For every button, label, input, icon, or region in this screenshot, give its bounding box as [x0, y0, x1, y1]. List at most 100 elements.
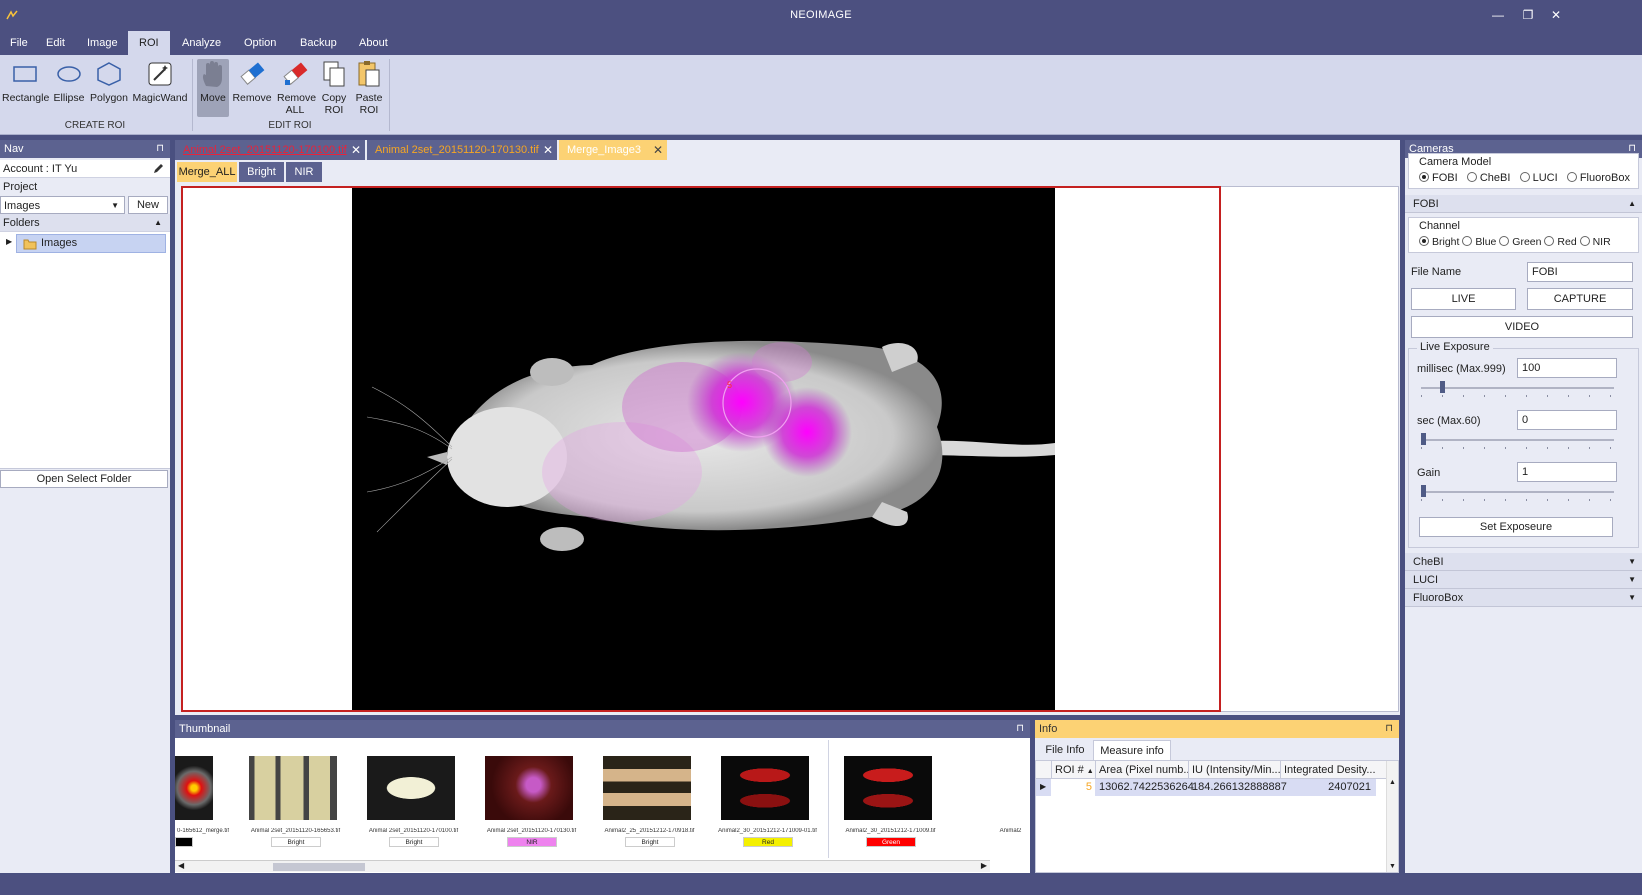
doc-tab-2[interactable]: Animal 2set_20151120-170130.tif ✕ [367, 140, 557, 160]
restore-button[interactable]: ❐ [1518, 6, 1538, 24]
new-project-button[interactable]: New [128, 196, 168, 214]
radio-dot [1462, 236, 1473, 246]
paste-roi-button[interactable]: Paste ROI [352, 59, 386, 116]
doc-tab-1[interactable]: Animal 2set_20151120-170100.tif ✕ [175, 140, 365, 160]
thumbnail-strip: 0-165612_merge.tif Animal 2set_20151120-1… [175, 720, 1030, 860]
close-tab-icon[interactable]: ✕ [351, 140, 361, 160]
magicwand-roi-button[interactable]: MagicWand [132, 59, 188, 104]
folder-item-images[interactable]: Images [16, 234, 166, 253]
subtab-nir[interactable]: NIR [286, 162, 322, 182]
collapse-icon[interactable]: ▲ [154, 214, 162, 232]
slider-knob[interactable] [1421, 485, 1426, 497]
set-exposure-button[interactable]: Set Exposeure [1419, 517, 1613, 537]
pin-icon[interactable]: ⊓ [1385, 720, 1393, 738]
radio-fobi[interactable]: FOBI [1419, 172, 1458, 184]
chebi-section-label: CheBI [1413, 556, 1444, 568]
fobi-section-header[interactable]: FOBI ▲ [1405, 195, 1642, 213]
scroll-up-icon[interactable]: ▲ [1389, 779, 1396, 786]
close-tab-icon[interactable]: ✕ [543, 140, 553, 160]
scrollbar-thumb[interactable] [273, 863, 365, 871]
thumbnail-item[interactable]: Animal2_30_20151212-171009-01.tif Red [707, 740, 829, 858]
col-iu[interactable]: IU (Intensity/Min... [1188, 761, 1280, 779]
doc-tab-3[interactable]: Merge_Image3 ✕ [559, 140, 667, 160]
create-roi-group-label: CREATE ROI [64, 120, 126, 131]
remove-roi-button[interactable]: Remove [232, 59, 272, 104]
subtab-merge-all[interactable]: Merge_ALL [177, 162, 237, 182]
polygon-roi-button[interactable]: Polygon [88, 59, 130, 104]
thumbnail-image [721, 756, 809, 820]
sec-slider[interactable] [1421, 433, 1614, 449]
scroll-down-icon[interactable]: ▼ [1389, 863, 1396, 870]
radio-red[interactable]: Red [1544, 236, 1577, 248]
radio-chebi[interactable]: CheBI [1466, 172, 1510, 184]
move-roi-button[interactable]: Move [197, 59, 229, 117]
thumbnail-item[interactable]: Animal2_25_20151212-170918.tif Bright [589, 740, 711, 858]
edit-pencil-icon[interactable] [153, 163, 164, 174]
menu-about[interactable]: About [350, 31, 397, 55]
tab-measure-info[interactable]: Measure info [1093, 740, 1171, 760]
capture-button[interactable]: CAPTURE [1527, 288, 1633, 310]
radio-luci[interactable]: LUCI [1519, 172, 1558, 184]
menu-edit[interactable]: Edit [37, 31, 74, 55]
thumbnail-item[interactable]: 0-165612_merge.tif [175, 740, 237, 858]
scroll-right-icon[interactable]: ▶ [981, 861, 987, 870]
close-tab-icon[interactable]: ✕ [653, 140, 663, 160]
col-integrated[interactable]: Integrated Desity... [1280, 761, 1375, 779]
copy-roi-button[interactable]: Copy ROI [318, 59, 350, 116]
tab-file-info[interactable]: File Info [1037, 740, 1093, 760]
chebi-section-header[interactable]: CheBI ▼ [1405, 553, 1642, 571]
col-roi[interactable]: ROI # ▲ [1051, 761, 1095, 779]
ribbon-separator [389, 59, 390, 131]
radio-fluorobox[interactable]: FluoroBox [1566, 172, 1630, 184]
sec-input[interactable]: 0 [1517, 410, 1617, 430]
thumbnail-item[interactable]: Animal 2set_20151120-170130.tif NIR [471, 740, 593, 858]
thumbnail-filename: Animal 2set_20151120-170130.tif [486, 828, 577, 834]
radio-green[interactable]: Green [1499, 236, 1541, 248]
thumbnail-item[interactable]: Animal 2set_20151120-165653.tif Bright [235, 740, 357, 858]
remove-all-roi-button[interactable]: Remove ALL [274, 59, 316, 116]
menu-analyze[interactable]: Analyze [173, 31, 230, 55]
millisec-slider[interactable] [1421, 381, 1614, 397]
fluorobox-section-header[interactable]: FluoroBox ▼ [1405, 589, 1642, 607]
open-select-folder-button[interactable]: Open Select Folder [0, 470, 168, 488]
thumbnail-image [175, 756, 213, 820]
ellipse-roi-button[interactable]: Ellipse [51, 59, 87, 104]
minimize-button[interactable]: — [1488, 6, 1508, 24]
menu-backup[interactable]: Backup [291, 31, 346, 55]
col-roi-label: ROI # [1055, 764, 1084, 776]
radio-bright[interactable]: Bright [1419, 236, 1459, 248]
millisec-input[interactable]: 100 [1517, 358, 1617, 378]
video-button[interactable]: VIDEO [1411, 316, 1633, 338]
radio-nir[interactable]: NIR [1579, 236, 1611, 248]
thumbnail-item[interactable]: Animal 2set_20151120-170100.tif Bright [353, 740, 475, 858]
thumbnail-image [485, 756, 573, 820]
thumbnail-scrollbar[interactable]: ◀ ▶ [175, 860, 990, 872]
table-scrollbar[interactable]: ▲ ▼ [1386, 761, 1398, 872]
gain-input[interactable]: 1 [1517, 462, 1617, 482]
menu-roi[interactable]: ROI [128, 31, 170, 55]
col-area[interactable]: Area (Pixel numb... [1095, 761, 1188, 779]
close-button[interactable]: ✕ [1546, 6, 1566, 24]
thumbnail-item[interactable]: Animal2 [950, 740, 1030, 858]
project-select[interactable]: Images ▼ [0, 196, 125, 214]
gain-slider[interactable] [1421, 485, 1614, 501]
slider-knob[interactable] [1440, 381, 1445, 393]
subtab-bright[interactable]: Bright [239, 162, 284, 182]
expand-icon: ▼ [1628, 593, 1636, 602]
radio-blue[interactable]: Blue [1462, 236, 1496, 248]
luci-section-header[interactable]: LUCI ▼ [1405, 571, 1642, 589]
live-button[interactable]: LIVE [1411, 288, 1516, 310]
file-name-input[interactable]: FOBI [1527, 262, 1633, 282]
table-header: ROI # ▲ Area (Pixel numb... IU (Intensit… [1036, 761, 1386, 779]
expand-arrow-icon[interactable]: ▶ [6, 237, 12, 246]
menu-image[interactable]: Image [78, 31, 127, 55]
slider-knob[interactable] [1421, 433, 1426, 445]
thumbnail-item[interactable]: Animal2_30_20151212-171009.tif Green [830, 740, 952, 858]
table-row[interactable]: ▶ 5 13062.7422536264 184.266132888887 24… [1036, 779, 1376, 796]
paste-icon [358, 61, 380, 87]
scroll-left-icon[interactable]: ◀ [178, 861, 184, 870]
menu-file[interactable]: File [1, 31, 37, 55]
rectangle-roi-button[interactable]: Rectangle [2, 59, 49, 104]
pin-icon[interactable]: ⊓ [156, 140, 164, 158]
menu-option[interactable]: Option [235, 31, 285, 55]
